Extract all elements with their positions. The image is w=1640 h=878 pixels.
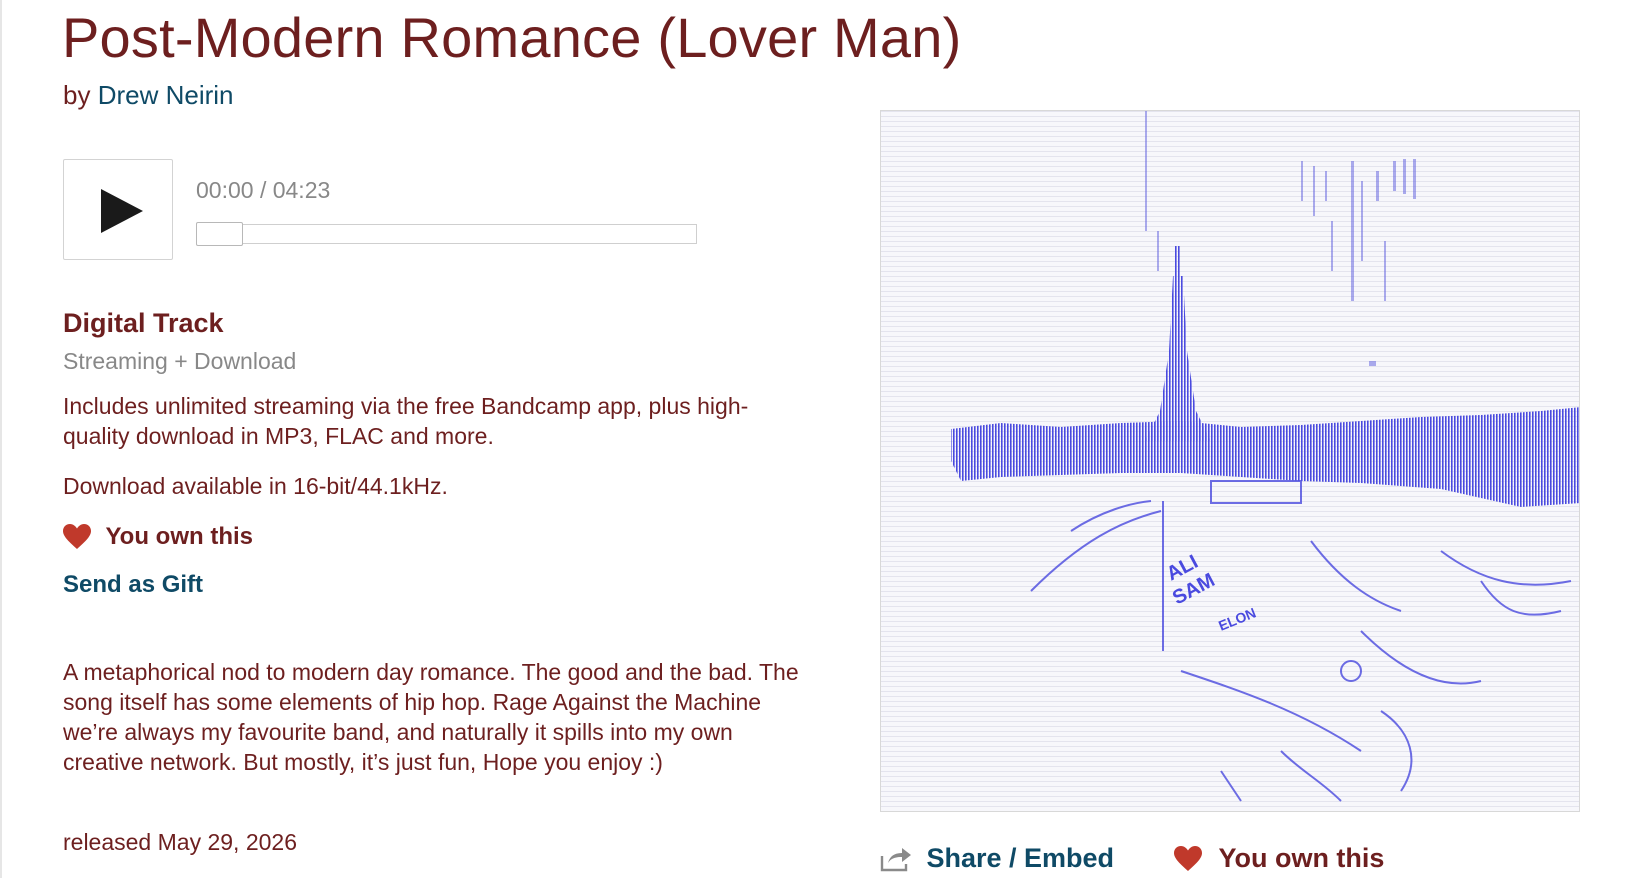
purchase-heading: Digital Track xyxy=(63,308,224,338)
album-artwork[interactable]: ALI SAM ELON xyxy=(880,110,1580,812)
download-format: Download available in 16-bit/44.1kHz. xyxy=(63,473,448,499)
owned-status-secondary: You own this xyxy=(1174,843,1384,877)
page-edge xyxy=(0,0,2,878)
heart-icon xyxy=(63,524,91,549)
play-icon xyxy=(101,189,143,233)
share-icon xyxy=(880,847,911,871)
track-description: A metaphorical nod to modern day romance… xyxy=(63,659,799,775)
track-title: Post-Modern Romance (Lover Man) xyxy=(62,6,962,69)
purchase-includes: Includes unlimited streaming via the fre… xyxy=(63,393,749,449)
playback-time: 00:00 / 04:23 xyxy=(196,177,331,203)
heart-icon xyxy=(1174,845,1202,871)
progress-thumb[interactable] xyxy=(196,222,243,246)
byline-prefix: by xyxy=(63,80,91,110)
play-button[interactable] xyxy=(63,159,173,260)
artist-link[interactable]: Drew Neirin xyxy=(98,80,234,110)
progress-bar[interactable] xyxy=(196,222,697,246)
owned-status: You own this xyxy=(63,523,253,555)
owned-label: You own this xyxy=(105,523,253,550)
send-as-gift-link[interactable]: Send as Gift xyxy=(63,569,203,601)
owned-label-secondary: You own this xyxy=(1218,843,1385,873)
release-date: released May 29, 2026 xyxy=(63,829,297,855)
share-embed-button[interactable]: Share / Embed xyxy=(880,843,1114,877)
share-embed-label: Share / Embed xyxy=(926,843,1115,873)
byline: by Drew Neirin xyxy=(63,78,234,112)
purchase-subheading: Streaming + Download xyxy=(63,348,297,374)
